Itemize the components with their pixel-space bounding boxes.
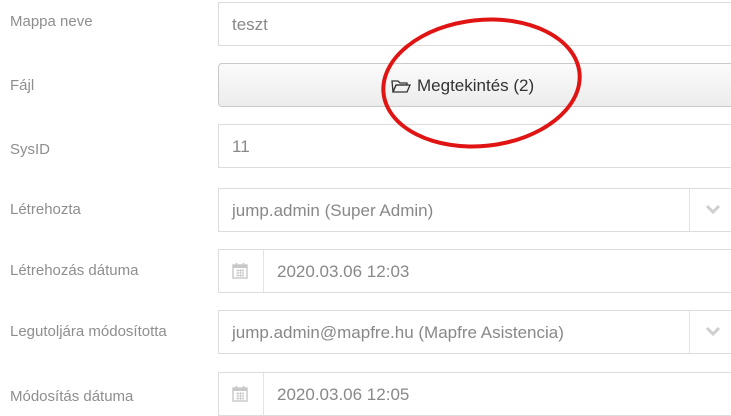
sysid-input[interactable]: 11 <box>218 124 731 168</box>
view-files-button[interactable]: Megtekintés (2) <box>218 63 731 107</box>
modified-by-select[interactable]: jump.admin@mapfre.hu (Mapfre Asistencia) <box>218 310 731 354</box>
created-by-select[interactable]: jump.admin (Super Admin) <box>218 188 731 232</box>
created-by-dropdown-toggle[interactable] <box>689 189 731 231</box>
folder-name-label: Mappa neve <box>10 13 93 30</box>
view-files-button-label: Megtekintés (2) <box>417 76 535 95</box>
chevron-down-icon <box>705 326 721 337</box>
created-by-label: Létrehozta <box>10 201 81 218</box>
modified-by-dropdown-toggle[interactable] <box>689 311 731 353</box>
created-by-value: jump.admin (Super Admin) <box>232 201 434 220</box>
modified-by-label: Legutoljára módosította <box>10 323 167 340</box>
folder-name-value: teszt <box>232 15 268 34</box>
modified-at-calendar-button[interactable] <box>219 373 264 415</box>
modified-by-value: jump.admin@mapfre.hu (Mapfre Asistencia) <box>232 323 564 342</box>
sysid-value: 11 <box>232 137 250 156</box>
created-at-value: 2020.03.06 12:03 <box>277 262 410 281</box>
file-label: Fájl <box>10 77 35 94</box>
view-files-button-content: Megtekintés (2) <box>391 76 534 96</box>
folder-name-input[interactable]: teszt <box>218 2 731 46</box>
calendar-icon <box>232 263 248 279</box>
created-at-calendar-button[interactable] <box>219 250 264 292</box>
modified-at-value: 2020.03.06 12:05 <box>277 385 410 404</box>
created-at-label: Létrehozás dátuma <box>10 262 139 279</box>
modified-at-input[interactable]: 2020.03.06 12:05 <box>218 372 731 416</box>
folder-open-icon <box>391 79 411 93</box>
created-at-input[interactable]: 2020.03.06 12:03 <box>218 249 731 293</box>
calendar-icon <box>232 386 248 402</box>
chevron-down-icon <box>705 204 721 215</box>
sysid-label: SysID <box>10 141 51 158</box>
modified-at-label: Módosítás dátuma <box>10 388 134 405</box>
